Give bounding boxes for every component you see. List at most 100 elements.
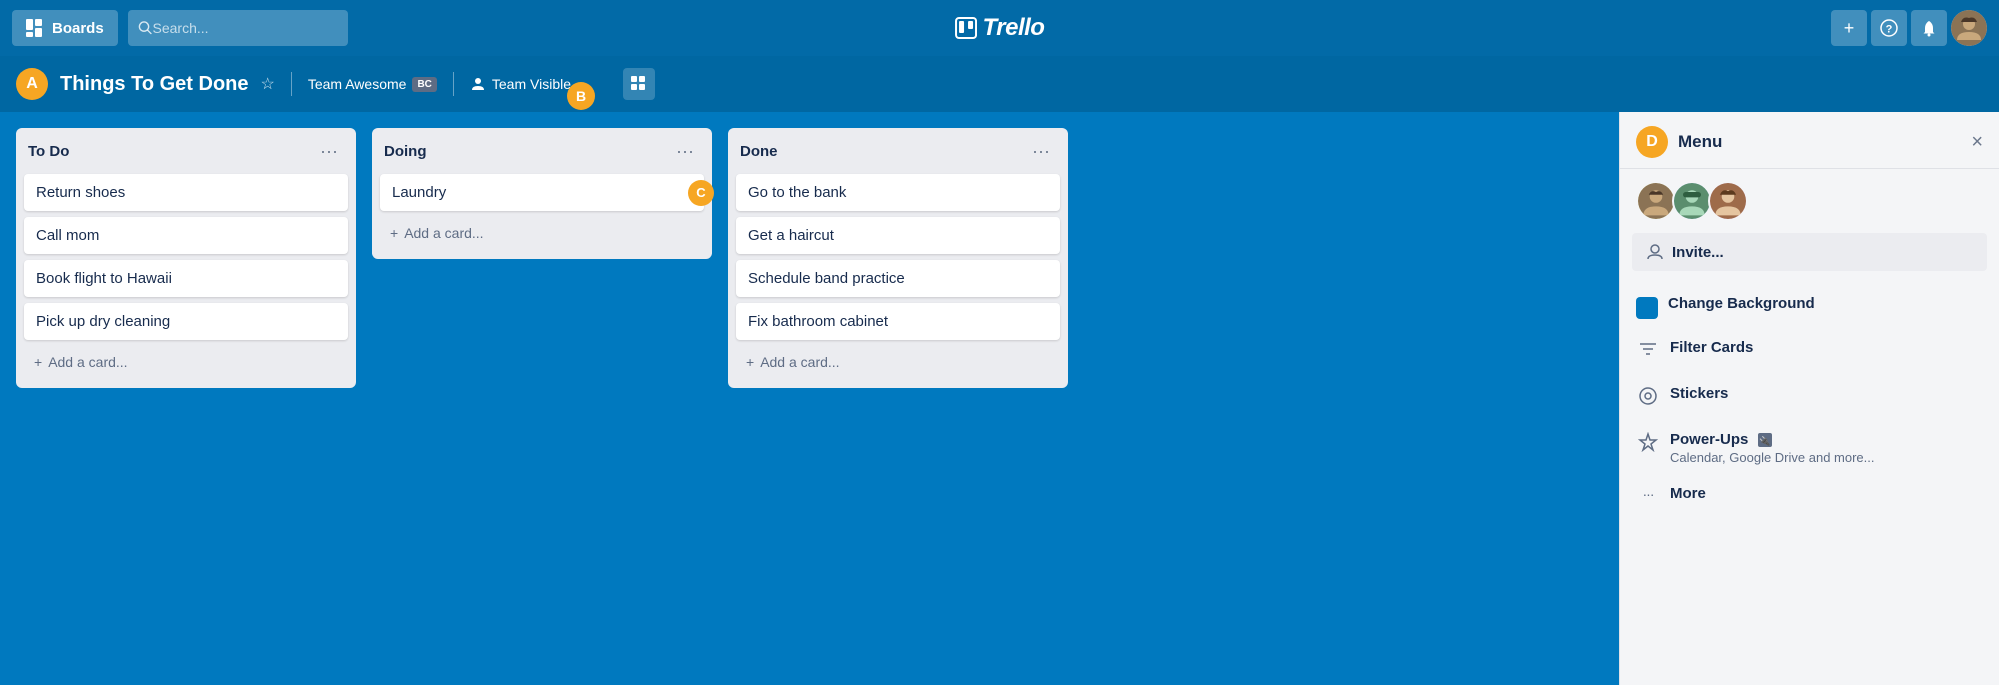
visibility-label: Team Visible [492,76,571,92]
background-color-icon [1636,297,1658,319]
avatar-image [1951,10,1987,46]
boards-label: Boards [52,20,104,37]
star-icon[interactable]: ☆ [261,74,275,94]
card-return-shoes-label: Return shoes [36,184,125,201]
card-dry-cleaning-label: Pick up dry cleaning [36,313,170,330]
invite-button[interactable]: Invite... [1632,233,1987,271]
notification-button[interactable] [1911,10,1947,46]
team-badge: BC [412,77,436,92]
avatar-3-image [1710,181,1746,221]
filter-cards-label: Filter Cards [1670,339,1753,356]
menu-item-change-background-content: Change Background [1668,295,1815,312]
add-card-todo-label: Add a card... [48,354,127,370]
search-icon [138,20,153,36]
list-doing: Doing ··· Laundry C + Add a card... [372,128,712,259]
list-done-more-button[interactable]: ··· [1026,140,1056,162]
visibility-button[interactable]: Team Visible B [470,70,605,98]
card-haircut-label: Get a haircut [748,227,834,244]
label-a-badge: A [16,68,48,100]
menu-avatars [1620,169,1999,233]
add-card-done-label: Add a card... [760,354,839,370]
stickers-icon [1636,386,1660,411]
trello-logo: Trello [955,14,1045,42]
search-input[interactable] [153,20,338,36]
invite-icon [1646,243,1664,261]
user-avatar[interactable] [1951,10,1987,46]
member-avatar-2[interactable] [1672,181,1712,221]
menu-panel: D Menu × [1619,112,1999,685]
info-icon: ? [1880,19,1898,37]
list-doing-title: Doing [384,143,427,160]
power-ups-badge-icon: 🔌 [1758,433,1772,447]
trello-logo-text: Trello [983,14,1045,42]
close-icon: × [1971,131,1983,153]
add-icon-done: + [746,354,754,370]
info-button[interactable]: ? [1871,10,1907,46]
menu-close-button[interactable]: × [1971,132,1983,152]
menu-item-power-ups[interactable]: Power-Ups 🔌 Calendar, Google Drive and m… [1620,421,1999,475]
boards-icon [26,19,44,37]
list-doing-more-button[interactable]: ··· [670,140,700,162]
list-todo: To Do ··· Return shoes Call mom Book fli… [16,128,356,388]
member-avatar-3[interactable] [1708,181,1748,221]
filter-icon [1636,340,1660,365]
card-return-shoes[interactable]: Return shoes [24,174,348,211]
list-todo-more-button[interactable]: ··· [314,140,344,162]
member-avatar-1[interactable] [1636,181,1676,221]
list-todo-header: To Do ··· [24,138,348,168]
add-icon-doing: + [390,225,398,241]
add-button[interactable]: + [1831,10,1867,46]
nav-right: + ? [1831,10,1987,46]
list-todo-title: To Do [28,143,69,160]
menu-title: Menu [1678,132,1722,152]
add-icon-todo: + [34,354,42,370]
card-laundry-label: Laundry [392,184,446,201]
card-book-flight-label: Book flight to Hawaii [36,270,172,287]
trello-logo-icon [955,17,977,39]
add-card-todo-button[interactable]: + Add a card... [24,346,348,378]
search-box[interactable] [128,10,348,46]
power-ups-sub: Calendar, Google Drive and more... [1670,450,1875,465]
add-card-doing-button[interactable]: + Add a card... [380,217,704,249]
header-divider-2 [453,72,454,96]
power-ups-label: Power-Ups 🔌 [1670,431,1875,448]
card-call-mom[interactable]: Call mom [24,217,348,254]
menu-items: Change Background Filter Cards [1620,275,1999,522]
card-haircut[interactable]: Get a haircut [736,217,1060,254]
team-awesome-button[interactable]: Team Awesome BC [308,76,437,92]
label-d-badge: D [1636,126,1668,158]
board-main: To Do ··· Return shoes Call mom Book fli… [0,112,1999,685]
menu-item-filter-content: Filter Cards [1670,339,1753,356]
person-icon [470,76,486,92]
more-icon: ··· [1636,486,1660,502]
menu-item-powerups-content: Power-Ups 🔌 Calendar, Google Drive and m… [1670,431,1875,465]
list-done-title: Done [740,143,778,160]
card-band-practice[interactable]: Schedule band practice [736,260,1060,297]
card-laundry[interactable]: Laundry C [380,174,704,211]
svg-text:?: ? [1886,24,1893,36]
board-menu-icon-btn[interactable] [623,68,655,100]
card-book-flight[interactable]: Book flight to Hawaii [24,260,348,297]
label-b-badge: B [567,82,595,110]
board-title: Things To Get Done [60,73,249,96]
grid-icon [631,76,647,92]
add-icon: + [1844,18,1855,39]
boards-button[interactable]: Boards [12,10,118,46]
menu-item-stickers-content: Stickers [1670,385,1728,402]
add-card-done-button[interactable]: + Add a card... [736,346,1060,378]
card-bank[interactable]: Go to the bank [736,174,1060,211]
menu-item-filter-cards[interactable]: Filter Cards [1620,329,1999,375]
card-call-mom-label: Call mom [36,227,99,244]
list-done-header: Done ··· [736,138,1060,168]
powerups-icon [1636,432,1660,457]
list-doing-header: Doing ··· [380,138,704,168]
card-bathroom-label: Fix bathroom cabinet [748,313,888,330]
menu-item-stickers[interactable]: Stickers [1620,375,1999,421]
card-bathroom[interactable]: Fix bathroom cabinet [736,303,1060,340]
menu-item-more[interactable]: ··· More [1620,475,1999,512]
menu-item-change-background[interactable]: Change Background [1620,285,1999,329]
header-divider-1 [291,72,292,96]
card-band-practice-label: Schedule band practice [748,270,905,287]
card-dry-cleaning[interactable]: Pick up dry cleaning [24,303,348,340]
menu-item-more-content: More [1670,485,1706,502]
